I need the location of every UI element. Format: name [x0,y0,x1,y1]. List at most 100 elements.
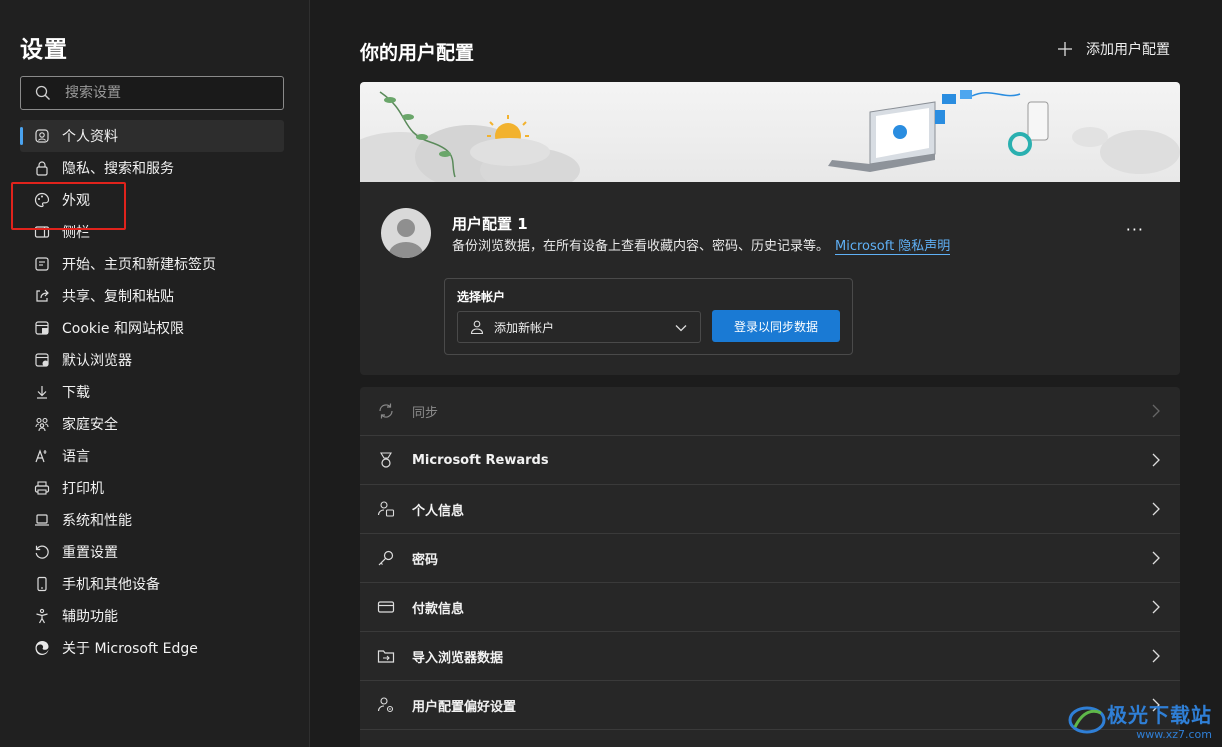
chevron-right-icon [1152,404,1160,418]
account-panel: 选择帐户 添加新帐户 登录以同步数据 [444,278,853,355]
sidebar-item-start-home[interactable]: 开始、主页和新建标签页 [20,248,284,280]
home-icon [35,257,49,271]
privacy-statement-link[interactable]: Microsoft 隐私声明 [835,239,951,255]
sidebar-item-languages[interactable]: 语言 [20,440,284,472]
sidebar-item-sidebar[interactable]: 侧栏 [20,216,284,248]
signin-sync-button[interactable]: 登录以同步数据 [712,310,840,342]
sidebar-item-label: 手机和其他设备 [62,577,160,593]
browser-icon [35,353,49,367]
sidebar-item-family[interactable]: 家庭安全 [20,408,284,440]
import-icon [377,650,395,663]
profile-settings-list: 同步 Microsoft Rewards 个人信息 密码 付款信息 导入浏览器数… [360,387,1180,747]
account-select[interactable]: 添加新帐户 [457,311,701,343]
profile-prefs-icon [377,697,394,713]
row-passwords[interactable]: 密码 [360,534,1180,583]
sidebar-item-label: 隐私、搜索和服务 [62,161,174,177]
family-icon [35,417,49,432]
watermark-text: 极光下载站 [1107,703,1212,727]
sync-icon [379,403,393,419]
profile-card: 用户配置 1 备份浏览数据，在所有设备上查看收藏内容、密码、历史记录等。 Micr… [360,82,1180,375]
sidebar-item-about[interactable]: 关于 Microsoft Edge [20,632,284,664]
row-label: 付款信息 [412,601,465,617]
sidebar-item-label: 外观 [62,193,90,209]
row-label: 用户配置偏好设置 [412,699,517,715]
sidebar-item-reset[interactable]: 重置设置 [20,536,284,568]
sidebar-item-profile[interactable]: 个人资料 [20,120,284,152]
account-select-value: 添加新帐户 [494,320,555,335]
sidebar-item-label: Cookie 和网站权限 [62,321,184,337]
sidebar-item-label: 个人资料 [62,129,118,145]
row-import-browser-data[interactable]: 导入浏览器数据 [360,632,1180,681]
reset-icon [35,545,49,559]
chevron-right-icon [1152,551,1160,565]
default-avatar-icon [389,219,423,258]
sidebar-item-label: 侧栏 [62,225,90,241]
person-icon [470,320,484,334]
sidebar-item-printers[interactable]: 打印机 [20,472,284,504]
sidebar-item-privacy[interactable]: 隐私、搜索和服务 [20,152,284,184]
sidebar-item-label: 默认浏览器 [62,353,132,369]
profile-description-text: 备份浏览数据，在所有设备上查看收藏内容、密码、历史记录等。 [452,239,830,254]
account-label: 选择帐户 [457,290,506,304]
sidebar-item-accessibility[interactable]: 辅助功能 [20,600,284,632]
add-profile-button[interactable]: 添加用户配置 [1058,39,1170,59]
sidebar-item-share[interactable]: 共享、复制和粘贴 [20,280,284,312]
sidebar-item-appearance[interactable]: 外观 [20,184,284,216]
sidebar-item-label: 下载 [62,385,90,401]
sidebar-nav: 个人资料 隐私、搜索和服务 外观 侧栏 开始、主页和新建标签页 共享、复制和粘贴… [20,120,284,664]
download-icon [37,386,47,399]
sidebar-item-cookies[interactable]: Cookie 和网站权限 [20,312,284,344]
sidebar-item-label: 辅助功能 [62,609,118,625]
sidebar-item-label: 共享、复制和粘贴 [62,289,174,305]
row-label: 个人信息 [412,503,465,519]
chevron-right-icon [1152,649,1160,663]
watermark-logo-icon [1068,706,1106,734]
add-profile-label: 添加用户配置 [1086,42,1170,58]
plus-icon [1058,42,1072,56]
sidebar-item-downloads[interactable]: 下载 [20,376,284,408]
language-icon [35,449,47,463]
sidebar-item-phone[interactable]: 手机和其他设备 [20,568,284,600]
chevron-right-icon [1152,453,1160,467]
sidebar-item-label: 关于 Microsoft Edge [62,641,198,657]
banner-illustration [360,90,1180,192]
row-label: 密码 [412,552,439,568]
row-sync[interactable]: 同步 [360,387,1180,436]
sidebar-item-system[interactable]: 系统和性能 [20,504,284,536]
chevron-right-icon [1152,502,1160,516]
more-options-button[interactable]: ··· [1126,220,1144,239]
sidebar-item-label: 语言 [62,449,90,465]
sidebar-item-label: 开始、主页和新建标签页 [62,257,216,273]
main-content: 你的用户配置 添加用户配置 用户配置 1 备份浏览数据，在所有设备上查看收藏内容… [310,0,1222,747]
search-box[interactable] [20,76,284,110]
profile-description: 备份浏览数据，在所有设备上查看收藏内容、密码、历史记录等。 Microsoft 隐… [452,235,951,255]
sidebar-item-label: 家庭安全 [62,417,118,433]
watermark-url: www.xz7.com [1136,728,1212,741]
profile-icon [35,129,49,143]
sidebar-icon [34,226,50,238]
sidebar-item-default-browser[interactable]: 默认浏览器 [20,344,284,376]
chevron-down-icon [675,325,687,332]
row-personal-info[interactable]: 个人信息 [360,485,1180,534]
search-input[interactable] [65,77,283,109]
printer-icon [34,481,50,495]
row-label: Microsoft Rewards [412,452,549,468]
row-profile-preferences[interactable]: 用户配置偏好设置 [360,681,1180,730]
row-microsoft-rewards[interactable]: Microsoft Rewards [360,436,1180,485]
watermark: 极光下载站 www.xz7.com [1067,699,1212,741]
personal-info-icon [377,501,395,517]
profile-name: 用户配置 1 [452,215,528,233]
row-payment-info[interactable]: 付款信息 [360,583,1180,632]
accessibility-icon [36,608,48,624]
settings-sidebar: 设置 个人资料 隐私、搜索和服务 外观 侧栏 开始、主页和新建标签页 [0,0,310,747]
avatar [381,208,431,258]
laptop-icon [35,514,49,526]
phone-icon [37,576,47,592]
sidebar-item-label: 系统和性能 [62,513,132,529]
lock-icon [36,161,48,176]
key-icon [378,550,394,566]
sidebar-item-label: 打印机 [62,481,104,497]
rewards-icon [380,452,392,468]
sidebar-title: 设置 [20,37,68,63]
card-icon [377,601,395,613]
